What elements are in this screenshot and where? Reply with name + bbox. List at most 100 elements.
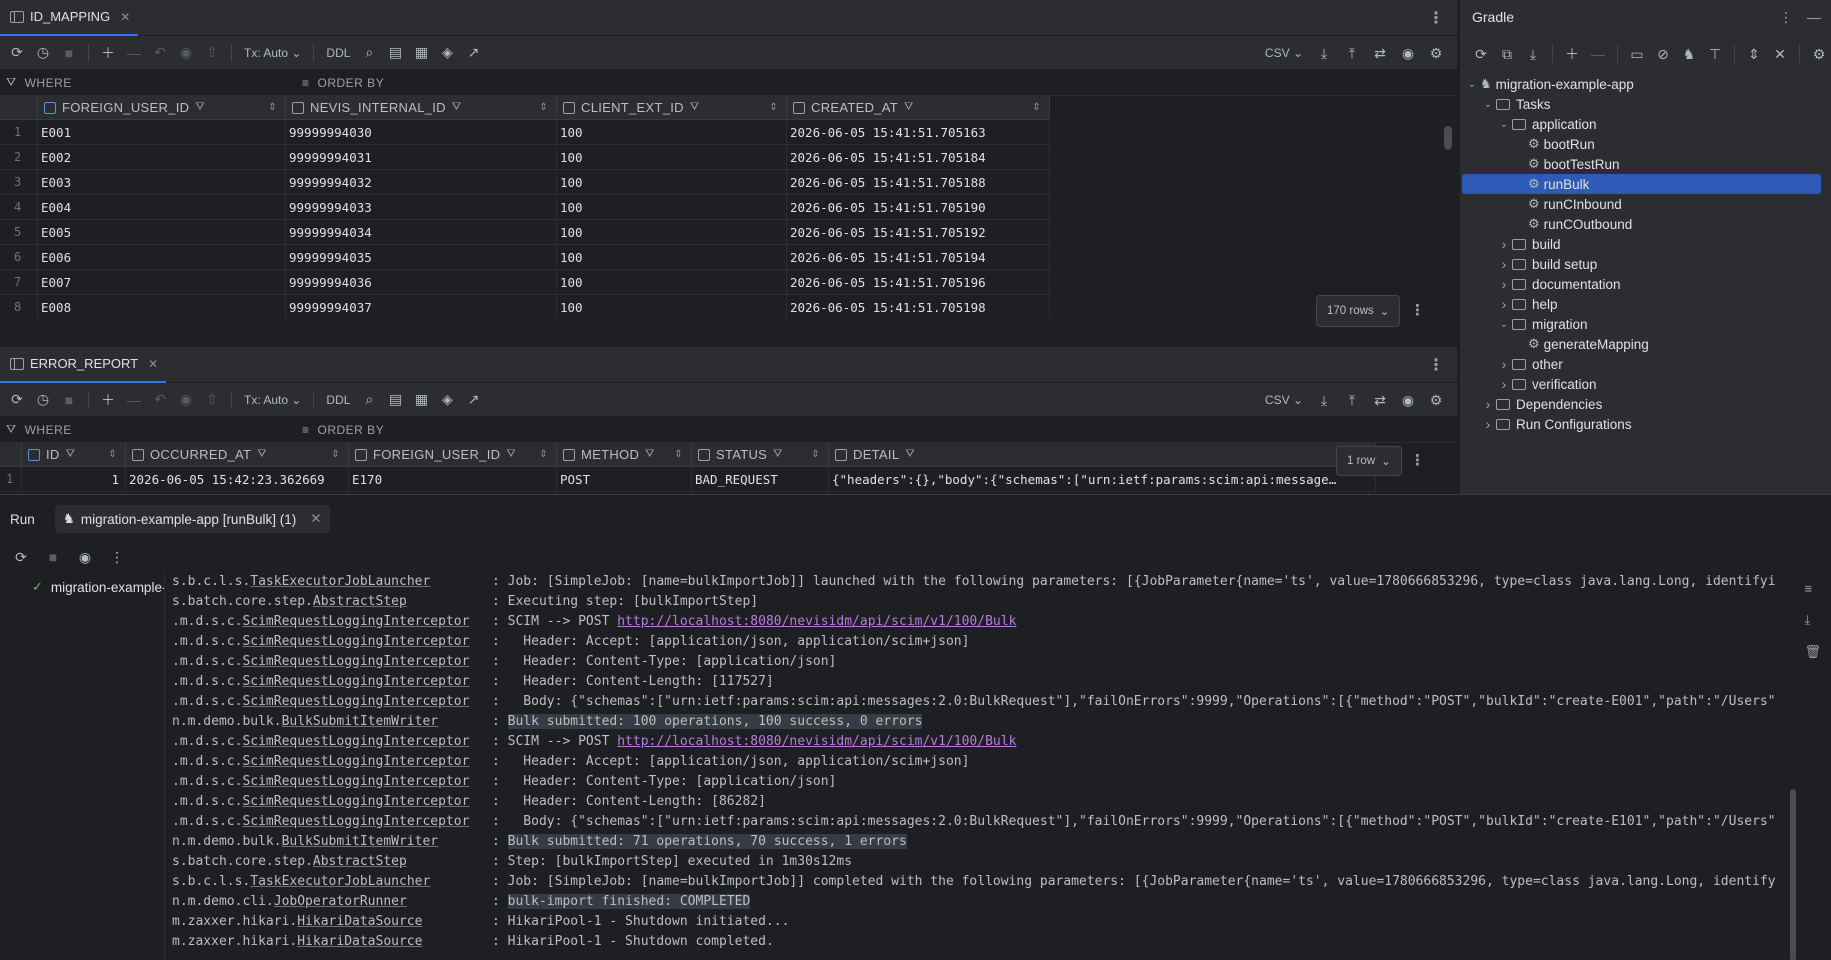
logger-class-link[interactable]: TaskExecutorJobLauncher	[250, 874, 430, 889]
table-cell[interactable]: 99999994036	[286, 270, 557, 294]
submit-icon[interactable]: ⇧	[201, 389, 223, 411]
column-filter-icon[interactable]: ⛛	[195, 101, 205, 114]
table-cell[interactable]: E170	[349, 467, 557, 491]
download-icon[interactable]: ⤓	[1313, 389, 1335, 411]
elephant-icon[interactable]: ♞	[1678, 43, 1700, 65]
history-icon[interactable]: ◷	[32, 42, 54, 64]
tree-item-other[interactable]: › other	[1460, 354, 1831, 374]
settings-icon[interactable]: ⚙	[1808, 43, 1830, 65]
close-icon[interactable]: ✕	[148, 357, 158, 371]
column-header-client-ext-id[interactable]: CLIENT_EXT_ID ⛛ ⇕	[557, 96, 787, 119]
more-options-icon[interactable]: ⋮	[1779, 9, 1793, 26]
tx-mode-dropdown[interactable]: Tx: Auto ⌄	[240, 46, 305, 60]
chevron-down-icon[interactable]: ⌄	[1496, 319, 1512, 330]
table-row[interactable]: 1 E001 99999994030 100 2026-06-05 15:41:51.7…	[0, 120, 1050, 145]
logger-class-link[interactable]: HikariDataSource	[297, 934, 422, 949]
table-cell[interactable]: E007	[38, 270, 286, 294]
logger-class-link[interactable]: TaskExecutorJobLauncher	[250, 574, 430, 589]
eye-icon[interactable]: ◉	[1397, 42, 1419, 64]
chart-icon[interactable]: ↗	[462, 389, 484, 411]
sort-icon[interactable]: ⇕	[108, 449, 117, 460]
chevron-right-icon[interactable]: ›	[1496, 276, 1512, 292]
more-options-icon[interactable]: ⋮	[1428, 347, 1444, 383]
table-cell[interactable]: 100	[557, 195, 787, 219]
logger-class-link[interactable]: ScimRequestLoggingInterceptor	[242, 634, 469, 649]
chevron-right-icon[interactable]: ›	[1496, 236, 1512, 252]
table-cell[interactable]: 99999994034	[286, 220, 557, 244]
table-cell[interactable]: E002	[38, 145, 286, 169]
close-icon[interactable]: ✕	[120, 10, 130, 24]
add-row-icon[interactable]: ＋	[97, 42, 119, 64]
tree-item-runcoutbound[interactable]: ⚙ runCOutbound	[1460, 214, 1831, 234]
column-header-status[interactable]: STATUS ⛛ ⇕	[692, 443, 829, 466]
sort-icon[interactable]: ⇕	[268, 102, 277, 113]
chevron-down-icon[interactable]: ⌄	[1464, 79, 1480, 90]
tree-item-bootrun[interactable]: ⚙ bootRun	[1460, 134, 1831, 154]
column-filter-icon[interactable]: ⛛	[773, 448, 783, 461]
table-cell[interactable]: {"headers":{},"body":{"schemas":["urn:ie…	[829, 467, 1376, 491]
show-dependencies-icon[interactable]: ⊤	[1704, 43, 1726, 65]
table-cell[interactable]: 99999994032	[286, 170, 557, 194]
table-cell[interactable]: 1	[22, 467, 126, 491]
table-view-icon[interactable]: ▦	[410, 42, 432, 64]
compare-icon[interactable]: ⇄	[1369, 42, 1391, 64]
close-icon[interactable]: ✕	[310, 511, 321, 527]
logger-class-link[interactable]: BulkSubmitItemWriter	[282, 714, 439, 729]
logger-class-link[interactable]: ScimRequestLoggingInterceptor	[242, 694, 469, 709]
table-cell[interactable]: 100	[557, 220, 787, 244]
logger-class-link[interactable]: ScimRequestLoggingInterceptor	[242, 654, 469, 669]
console-output[interactable]: s.b.c.l.s.TaskExecutorJobLauncher: Job: …	[164, 571, 1796, 960]
reload-icon[interactable]: ⟳	[1470, 43, 1492, 65]
logger-class-link[interactable]: ScimRequestLoggingInterceptor	[242, 614, 469, 629]
chevron-down-icon[interactable]: ⌄	[1496, 119, 1512, 130]
revert-icon[interactable]: ↶	[149, 42, 171, 64]
table-row[interactable]: 8 E008 99999994037 100 2026-06-05 15:41:51.7…	[0, 295, 1050, 318]
tree-item-help[interactable]: › help	[1460, 294, 1831, 314]
logger-class-link[interactable]: ScimRequestLoggingInterceptor	[242, 754, 469, 769]
logger-class-link[interactable]: ScimRequestLoggingInterceptor	[242, 794, 469, 809]
compare-icon[interactable]: ⇄	[1369, 389, 1391, 411]
stop-icon[interactable]: ■	[58, 389, 80, 411]
logger-class-link[interactable]: ScimRequestLoggingInterceptor	[242, 674, 469, 689]
table-row[interactable]: 4 E004 99999994033 100 2026-06-05 15:41:51.7…	[0, 195, 1050, 220]
table-cell[interactable]: POST	[557, 467, 692, 491]
column-header-foreign-user-id[interactable]: FOREIGN_USER_ID ⛛ ⇕	[38, 96, 286, 119]
column-filter-icon[interactable]: ⛛	[645, 448, 655, 461]
chart-icon[interactable]: ↗	[462, 42, 484, 64]
column-filter-icon[interactable]: ⛛	[452, 101, 462, 114]
csv-dropdown[interactable]: CSV ⌄	[1261, 393, 1307, 407]
table-cell[interactable]: 100	[557, 170, 787, 194]
history-icon[interactable]: ◷	[32, 389, 54, 411]
delete-row-icon[interactable]: —	[123, 42, 145, 64]
tab-run-configuration[interactable]: ♞ migration-example-app [runBulk] (1) ✕	[54, 505, 330, 533]
column-filter-icon[interactable]: ⛛	[66, 448, 76, 461]
add-row-icon[interactable]: ＋	[97, 389, 119, 411]
grid-more-icon[interactable]: ⋮	[1410, 301, 1425, 319]
tree-item-tasks[interactable]: ⌄ Tasks	[1460, 94, 1831, 114]
chevron-right-icon[interactable]: ›	[1480, 416, 1496, 432]
tree-item-application[interactable]: ⌄ application	[1460, 114, 1831, 134]
logger-class-link[interactable]: AbstractStep	[313, 854, 407, 869]
console-scrollbar[interactable]	[1790, 789, 1796, 960]
chevron-right-icon[interactable]: ›	[1496, 296, 1512, 312]
url-link[interactable]: http://localhost:8080/nevisidm/api/scim/…	[617, 614, 1016, 629]
table-cell[interactable]: E006	[38, 245, 286, 269]
grid-more-icon[interactable]: ⋮	[1410, 451, 1425, 469]
preview-icon[interactable]: ◉	[175, 389, 197, 411]
soft-wrap-icon[interactable]: ≡	[1804, 581, 1821, 596]
remove-icon[interactable]: —	[1587, 43, 1609, 65]
table-cell[interactable]: 2026-06-05 15:41:51.705198	[787, 295, 1050, 318]
logger-class-link[interactable]: AbstractStep	[313, 594, 407, 609]
column-filter-icon[interactable]: ⛛	[905, 448, 915, 461]
table-cell[interactable]: 99999994031	[286, 145, 557, 169]
preview-icon[interactable]: ◉	[175, 42, 197, 64]
revert-icon[interactable]: ↶	[149, 389, 171, 411]
table-cell[interactable]: 100	[557, 145, 787, 169]
grid-scrollbar[interactable]	[1444, 126, 1452, 150]
table-cell[interactable]: E003	[38, 170, 286, 194]
sort-icon[interactable]: ⇕	[1032, 102, 1041, 113]
pin-icon[interactable]: ◈	[436, 42, 458, 64]
table-cell[interactable]: E005	[38, 220, 286, 244]
eye-icon[interactable]: ◉	[1397, 389, 1419, 411]
sort-icon[interactable]: ⇕	[539, 449, 548, 460]
